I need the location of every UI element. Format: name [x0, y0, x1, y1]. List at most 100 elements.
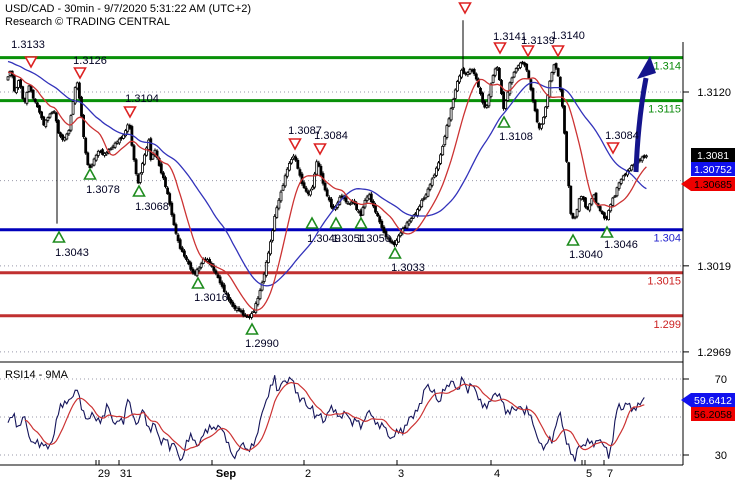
candle [140, 163, 144, 173]
candle [151, 154, 155, 160]
buy-signal-label: 1.3108 [499, 131, 533, 143]
candle [474, 73, 478, 80]
candle [565, 131, 568, 162]
candle [243, 314, 247, 317]
candle [573, 216, 577, 219]
candle [550, 72, 554, 82]
candle [407, 220, 411, 225]
candle [504, 100, 508, 109]
candle [510, 77, 514, 84]
price-flag-0-value: 1.3081 [697, 150, 729, 162]
buy-signal-triangle [388, 246, 402, 259]
buy-signal-triangle [191, 276, 205, 289]
candle [577, 198, 581, 212]
candle [168, 193, 172, 205]
candle [271, 230, 275, 241]
y-tick-label: 1.3019 [697, 261, 731, 273]
price-flag-1-value: 1.30752 [694, 164, 732, 176]
sell-signal-triangle [606, 142, 620, 155]
candle [231, 301, 235, 307]
candle [628, 168, 631, 172]
candle [409, 218, 413, 222]
candle [508, 82, 512, 95]
candle [556, 68, 560, 77]
candle [218, 276, 222, 284]
candle [94, 154, 98, 161]
candle [269, 241, 272, 255]
rsi-ma-line [24, 381, 645, 451]
candle [308, 190, 312, 196]
buy-signal-triangle [329, 216, 343, 229]
candle [143, 154, 146, 165]
rsi-tick-label: 70 [715, 374, 727, 386]
sell-signal-triangle [458, 2, 472, 15]
candle [563, 105, 566, 134]
candle [65, 133, 69, 140]
candle [80, 96, 83, 117]
candle [113, 142, 117, 148]
candle [355, 202, 359, 210]
candle [445, 125, 449, 138]
candle [430, 178, 434, 186]
x-axis-label-31: 31 [120, 468, 132, 480]
candle [245, 316, 249, 319]
x-axis-label-Sep: Sep [216, 468, 236, 480]
candle [325, 189, 329, 197]
candle [256, 297, 260, 305]
candle [38, 105, 41, 113]
candle [489, 83, 493, 98]
candle [537, 123, 541, 129]
candle [206, 259, 209, 262]
candle [529, 79, 533, 90]
candle [472, 69, 476, 75]
sell-signal-label: 1.3084 [314, 130, 348, 142]
candle [52, 110, 56, 113]
x-axis-label-5: 5 [586, 468, 592, 480]
candle [193, 271, 197, 275]
candle [101, 149, 104, 155]
candle [348, 203, 352, 205]
candle [195, 269, 199, 277]
rsi-panel-label: RSI14 - 9MA [5, 369, 69, 381]
chart-canvas: 1.314 1.3115 1.304 1.3015 1.299 1.3120 1.3019 1… [0, 2, 735, 480]
candle [533, 100, 537, 112]
candle [86, 152, 90, 166]
candle [638, 158, 642, 161]
candle [105, 152, 109, 155]
candle [525, 63, 529, 71]
candle [254, 303, 258, 313]
candle [48, 113, 52, 118]
candle [420, 199, 424, 208]
buy-signal-label: 1.3046 [604, 239, 638, 251]
candle [222, 284, 226, 292]
sell-signal-triangle [521, 45, 535, 58]
candle [25, 91, 29, 104]
x-axis-label-3: 3 [398, 468, 404, 480]
candle [159, 163, 163, 174]
buy-signal-label: 1.3033 [391, 262, 425, 274]
candle [44, 119, 48, 127]
buy-signal-label: 1.2990 [245, 338, 279, 350]
candle [264, 261, 268, 276]
candle [172, 214, 176, 226]
candle [84, 137, 88, 154]
candle [290, 159, 293, 164]
buy-signal-label: 1.3043 [55, 247, 89, 259]
candle [6, 76, 10, 81]
candle [296, 159, 300, 169]
candle [182, 250, 186, 257]
candle [75, 82, 79, 89]
candle [132, 145, 136, 160]
buy-signal-label: 1.3050 [357, 233, 391, 245]
candle [613, 195, 617, 198]
sell-signal-triangle [493, 42, 507, 55]
candle [216, 274, 220, 278]
sell-signal-triangle [73, 67, 87, 80]
sell-signal-triangle [551, 45, 565, 58]
candle [548, 80, 552, 98]
trading-central-chart-report: USD/CAD - 30min - 9/7/2020 5:31:22 AM (U… [0, 0, 735, 480]
candle [588, 203, 592, 211]
candle [147, 139, 151, 150]
sell-signal-label: 1.3126 [73, 55, 107, 67]
candle [258, 290, 262, 300]
